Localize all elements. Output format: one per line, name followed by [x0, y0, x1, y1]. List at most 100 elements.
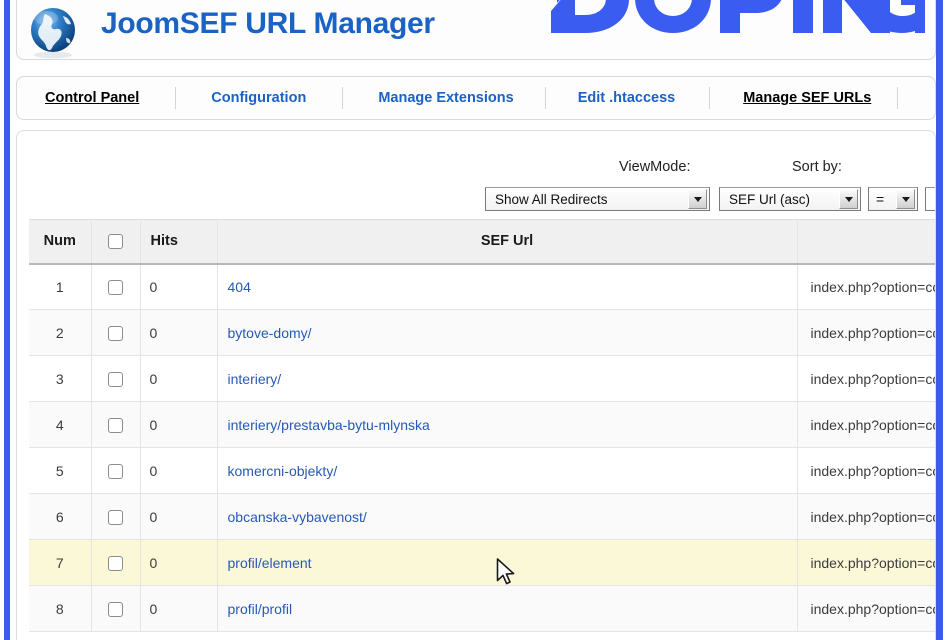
- row-checkbox[interactable]: [108, 280, 123, 296]
- cell-num: 8: [29, 585, 92, 632]
- cell-real-url: index.php?option=com: [797, 263, 935, 310]
- cell-real-url: index.php?option=com: [797, 447, 935, 494]
- sef-url-link[interactable]: obcanska-vybavenost/: [228, 509, 367, 525]
- hits-filter-input[interactable]: [925, 187, 935, 211]
- nav-separator: [306, 87, 378, 109]
- column-header-select-all[interactable]: [91, 219, 141, 265]
- table-header-row: Num Hits SEF Url: [29, 219, 935, 265]
- column-header-real-url[interactable]: [797, 219, 935, 265]
- masthead: JoomSEF URL Manager: [16, 0, 936, 60]
- cell-hits: 0: [140, 585, 218, 632]
- row-checkbox[interactable]: [108, 601, 123, 617]
- cell-num: 5: [29, 447, 92, 494]
- cell-sef-url: komercni-objekty/: [217, 447, 798, 494]
- column-header-sef-url[interactable]: SEF Url: [217, 219, 798, 265]
- cell-sef-url: obcanska-vybavenost/: [217, 493, 798, 540]
- cell-sef-url: interiery/: [217, 355, 798, 402]
- window-left-edge: [4, 0, 10, 640]
- cell-select[interactable]: [91, 447, 141, 494]
- table-row[interactable]: 3 0 interiery/index.php?option=com: [29, 355, 935, 402]
- hits-operator-select[interactable]: =: [868, 187, 918, 211]
- nav-item-manage-extensions[interactable]: Manage Extensions: [378, 90, 513, 106]
- cell-select[interactable]: [91, 585, 141, 632]
- sef-url-link[interactable]: 404: [228, 279, 251, 295]
- table-row[interactable]: 1 0 404 index.php?option=com: [29, 263, 935, 310]
- cell-hits: 0: [140, 447, 218, 494]
- cell-hits: 0: [140, 493, 218, 540]
- chevron-down-icon: [688, 189, 707, 209]
- cell-sef-url: profil/element: [217, 539, 798, 586]
- cell-hits: 0: [140, 309, 218, 356]
- row-checkbox[interactable]: [108, 417, 123, 433]
- page-frame: JoomSEF URL Manager Control Panel Config…: [0, 0, 948, 640]
- select-all-checkbox[interactable]: [108, 233, 123, 249]
- cell-num: 3: [29, 355, 92, 402]
- filter-control-row: Show All Redirects SEF Url (asc) =: [17, 187, 935, 213]
- table-row[interactable]: 5 0 komercni-objekty/index.php?option=com: [29, 447, 935, 494]
- cell-real-url: index.php?option=com: [797, 585, 935, 632]
- cell-num: 7: [29, 539, 92, 586]
- table-body: 1 0 404 index.php?option=com 2 0 bytove-domy/i…: [29, 263, 935, 632]
- column-header-hits[interactable]: Hits: [140, 219, 218, 265]
- row-checkbox[interactable]: [108, 371, 123, 387]
- table-row[interactable]: 6 0 obcanska-vybavenost/index.php?option=c…: [29, 493, 935, 540]
- table-row[interactable]: 7 0 profil/element index.php?option=com: [29, 539, 935, 586]
- nav-separator: [871, 87, 923, 109]
- cell-hits: 0: [140, 401, 218, 448]
- cell-select[interactable]: [91, 309, 141, 356]
- viewmode-select[interactable]: Show All Redirects: [485, 187, 710, 211]
- cell-real-url: index.php?option=com: [797, 539, 935, 586]
- sef-url-link[interactable]: profil/element: [228, 555, 312, 571]
- sortby-label: Sort by:: [792, 159, 842, 175]
- cell-num: 6: [29, 493, 92, 540]
- nav-item-manage-sef-urls[interactable]: Manage SEF URLs: [743, 90, 871, 106]
- cell-real-url: index.php?option=com: [797, 493, 935, 540]
- cell-select[interactable]: [91, 355, 141, 402]
- window-left-gutter: [0, 0, 4, 640]
- cell-num: 4: [29, 401, 92, 448]
- row-checkbox[interactable]: [108, 325, 123, 341]
- row-checkbox[interactable]: [108, 555, 123, 571]
- cell-real-url: index.php?option=com: [797, 309, 935, 356]
- nav-item-configuration[interactable]: Configuration: [211, 90, 306, 106]
- nav-item-control-panel[interactable]: Control Panel: [45, 90, 139, 106]
- row-checkbox[interactable]: [108, 463, 123, 479]
- window-right-edge: [936, 0, 943, 640]
- row-checkbox[interactable]: [108, 509, 123, 525]
- cell-sef-url: bytove-domy/: [217, 309, 798, 356]
- cell-select[interactable]: [91, 493, 141, 540]
- nav-separator: [139, 87, 211, 109]
- chevron-down-icon: [896, 189, 915, 209]
- cell-real-url: index.php?option=com: [797, 401, 935, 448]
- chevron-down-icon: [839, 189, 858, 209]
- sortby-select-value: SEF Url (asc): [729, 191, 810, 207]
- nav-item-edit-htaccess[interactable]: Edit .htaccess: [578, 90, 676, 106]
- sef-url-link[interactable]: bytove-domy/: [228, 325, 312, 341]
- column-header-num[interactable]: Num: [29, 219, 92, 265]
- cell-num: 2: [29, 309, 92, 356]
- table-row[interactable]: 2 0 bytove-domy/index.php?option=com: [29, 309, 935, 356]
- filter-label-row: ViewMode: Sort by: Hits:: [17, 159, 935, 181]
- cell-real-url: index.php?option=com: [797, 355, 935, 402]
- page-title: JoomSEF URL Manager: [101, 7, 435, 40]
- sef-url-link[interactable]: interiery/: [228, 371, 282, 387]
- cell-hits: 0: [140, 263, 218, 310]
- cell-sef-url: 404: [217, 263, 798, 310]
- cell-hits: 0: [140, 355, 218, 402]
- sef-url-link[interactable]: profil/profil: [228, 601, 293, 617]
- table-row[interactable]: 8 0 profil/profil index.php?option=com: [29, 585, 935, 632]
- viewmode-select-value: Show All Redirects: [495, 191, 608, 207]
- globe-icon: [25, 5, 81, 61]
- sef-url-link[interactable]: komercni-objekty/: [228, 463, 338, 479]
- cell-select[interactable]: [91, 263, 141, 310]
- cell-select[interactable]: [91, 401, 141, 448]
- sef-urls-table: Num Hits SEF Url 1 0 404 index.php?option=c…: [29, 219, 935, 632]
- cell-hits: 0: [140, 539, 218, 586]
- cell-sef-url: profil/profil: [217, 585, 798, 632]
- table-row[interactable]: 4 0 interiery/prestavba-bytu-mlynska index.…: [29, 401, 935, 448]
- sortby-select[interactable]: SEF Url (asc): [719, 187, 861, 211]
- hits-operator-value: =: [876, 191, 885, 207]
- sef-urls-panel: ViewMode: Sort by: Hits: Show All Redire…: [16, 130, 936, 640]
- cell-select[interactable]: [91, 539, 141, 586]
- sef-url-link[interactable]: interiery/prestavba-bytu-mlynska: [228, 417, 430, 433]
